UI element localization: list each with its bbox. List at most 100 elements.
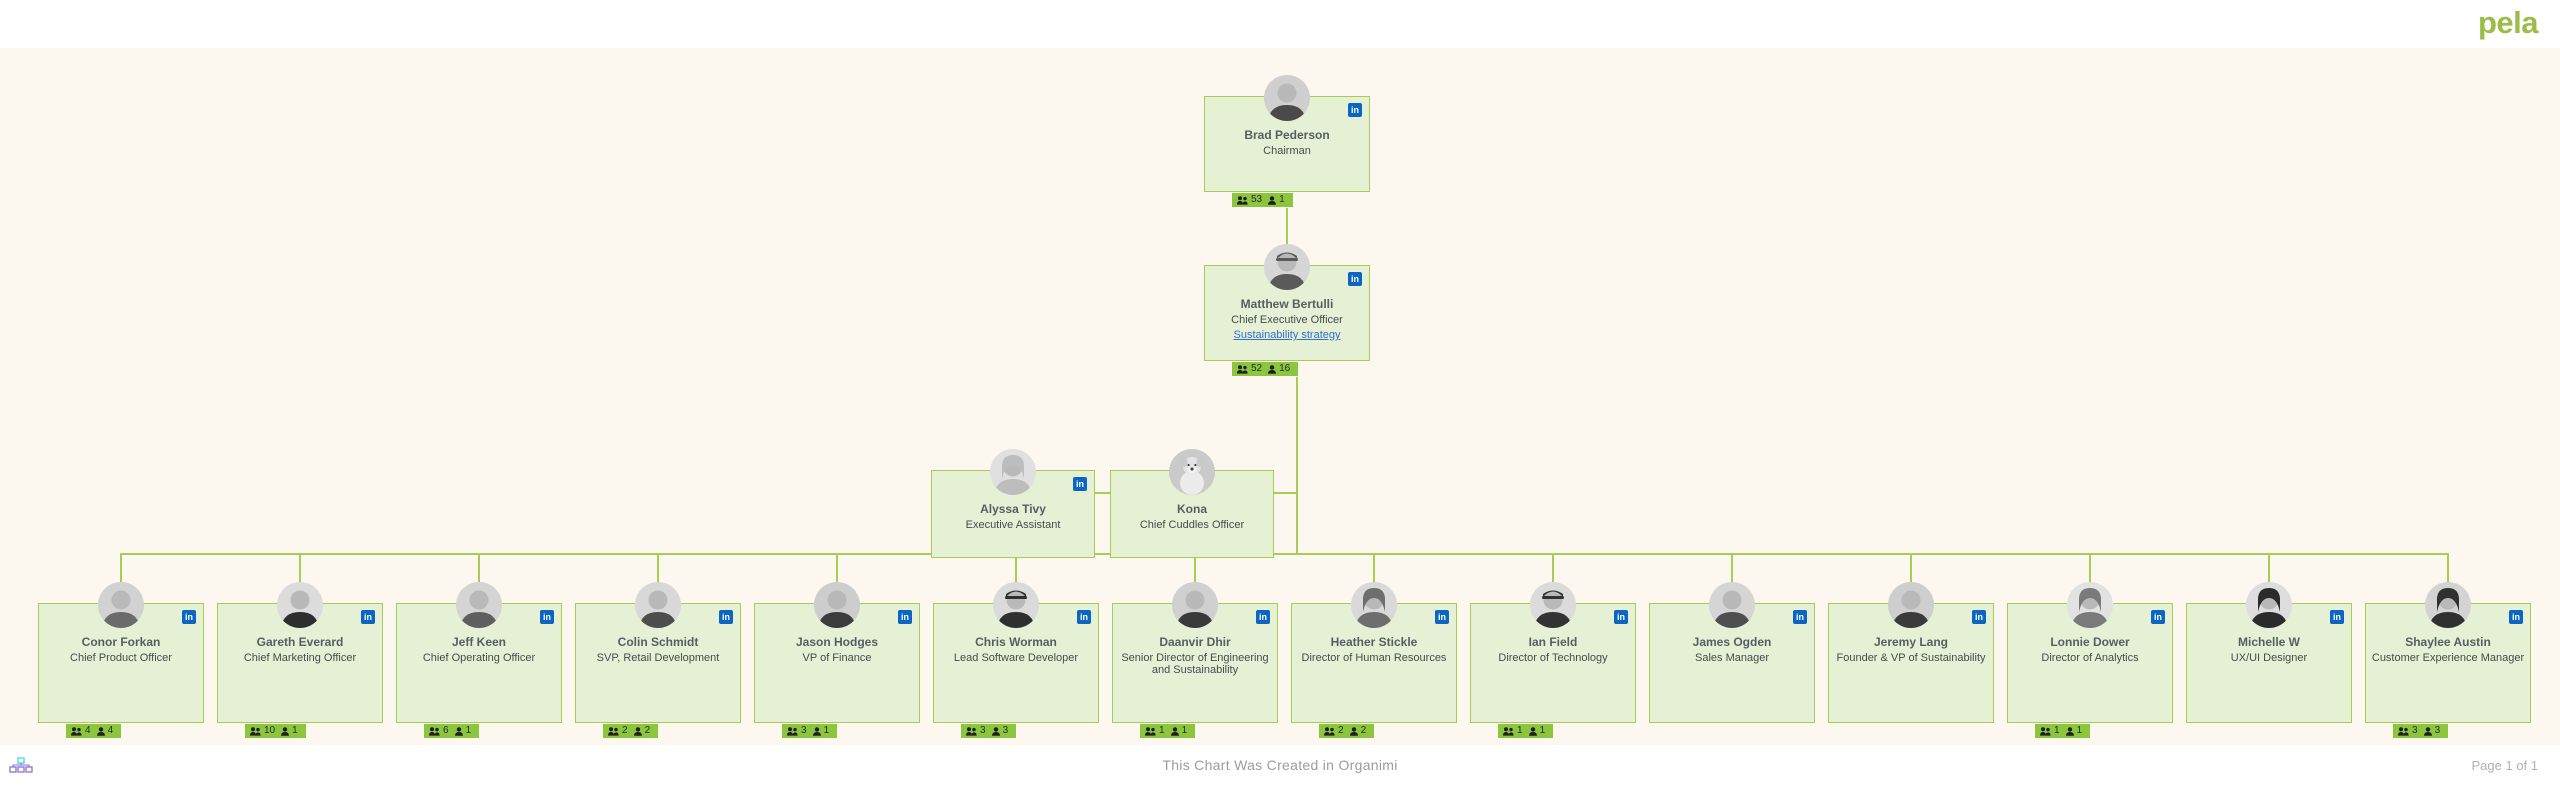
linkedin-icon[interactable]: in [1348,272,1362,286]
team-count-icon [1324,726,1335,736]
org-chart-canvas[interactable]: in Brad Pederson Chairman 53 1 in Matthew Bert… [0,48,2560,745]
direct-report-icon [281,726,290,736]
team-count-value: 53 [1251,194,1263,205]
node-card[interactable]: in Conor Forkan Chief Product Officer [38,582,204,723]
node-card[interactable]: in Chris Worman Lead Software Developer [933,582,1099,723]
team-count-icon [1237,364,1248,374]
report-count-badge[interactable]: 22 [603,724,659,738]
page-header: pela [0,0,2560,48]
direct-report-icon [1349,726,1358,736]
report-count-badge[interactable]: 61 [424,724,480,738]
report-count-badge[interactable]: 44 [66,724,122,738]
direct-report-icon [1268,364,1277,374]
direct-report-value: 3 [2434,725,2441,736]
node-title: Chief Executive Officer [1231,314,1343,326]
node-card[interactable]: in James Ogden Sales Manager [1649,582,1815,723]
node-card[interactable]: in Gareth Everard Chief Marketing Officer [217,582,383,723]
node-card[interactable]: in Heather Stickle Director of Human Resou… [1291,582,1457,723]
node-card[interactable]: in Ian Field Director of Technology [1470,582,1636,723]
node-title: Senior Director of Engineering and Susta… [1121,652,1269,676]
node-card[interactable]: in Lonnie Dower Director of Analytics [2007,582,2173,723]
linkedin-icon[interactable]: in [540,610,554,624]
avatar [456,582,502,628]
linkedin-icon[interactable]: in [1348,103,1362,117]
linkedin-icon[interactable]: in [719,610,733,624]
linkedin-icon[interactable]: in [898,610,912,624]
page-indicator: Page 1 of 1 [2471,758,2539,773]
node-card[interactable]: in Brad Pederson Chairman [1204,75,1370,192]
avatar [2067,582,2113,628]
avatar [1264,244,1310,290]
linkedin-icon[interactable]: in [2330,610,2344,624]
linkedin-icon[interactable]: in [361,610,375,624]
linkedin-icon[interactable]: in [1972,610,1986,624]
linkedin-icon[interactable]: in [1073,477,1087,491]
linkedin-icon[interactable]: in [1077,610,1091,624]
linkedin-icon[interactable]: in [2151,610,2165,624]
pela-logo: pela [2477,5,2539,40]
report-count-badge[interactable]: 11 [1140,724,1196,738]
linkedin-icon[interactable]: in [1256,610,1270,624]
node-name: Michelle W [2237,635,2300,649]
avatar [635,582,681,628]
node-card[interactable]: in Alyssa Tivy Executive Assistant [931,449,1095,558]
node-title: Founder & VP of Sustainability [1836,652,1986,664]
node-name: Kona [1177,502,1207,516]
node-card[interactable]: in Colin Schmidt SVP, Retail Development [575,582,741,723]
connector-assistant-alyssa [1095,492,1110,494]
team-count-icon [71,726,82,736]
linkedin-icon[interactable]: in [1435,610,1449,624]
node-card[interactable]: in Jason Hodges VP of Finance [754,582,920,723]
report-count-badge[interactable]: 31 [782,724,838,738]
node-title: UX/UI Designer [2230,652,2308,664]
node-card[interactable]: in Jeremy Lang Founder & VP of Sustainabil… [1828,582,1994,723]
team-count-value: 4 [85,725,91,736]
direct-report-icon [454,726,463,736]
node-title: Chairman [1263,145,1311,157]
node-card[interactable]: in Shaylee Austin Customer Experience Mana… [2365,582,2531,723]
direct-report-value: 2 [644,725,651,736]
report-count-badge[interactable]: 33 [961,724,1017,738]
avatar [993,582,1039,628]
direct-report-icon [991,726,1000,736]
node-card[interactable]: Kona Chief Cuddles Officer [1110,449,1274,558]
node-link[interactable]: Sustainability strategy [1209,329,1365,342]
org-chart-page: pela in Brad Pederson Chairman 53 1 in Matthew… [0,0,2560,787]
node-title: Chief Product Officer [70,652,172,664]
direct-report-value: 1 [465,725,472,736]
node-name: Ian Field [1528,635,1578,649]
node-name: Conor Forkan [81,635,161,649]
linkedin-icon[interactable]: in [1614,610,1628,624]
node-title: Lead Software Developer [953,652,1079,664]
node-card[interactable]: in Jeff Keen Chief Operating Officer [396,582,562,723]
direct-report-value: 16 [1279,363,1291,374]
report-count-badge[interactable]: 33 [2393,724,2449,738]
team-count-value: 6 [443,725,449,736]
report-count-badge[interactable]: 22 [1319,724,1375,738]
linkedin-icon[interactable]: in [1793,610,1807,624]
node-title: Chief Cuddles Officer [1139,519,1245,531]
linkedin-icon[interactable]: in [182,610,196,624]
direct-report-icon [1268,195,1277,205]
report-count-badge[interactable]: 10 1 [245,724,306,738]
node-title: Executive Assistant [965,519,1061,531]
node-card[interactable]: in Matthew Bertulli Chief Executive Office… [1204,244,1370,361]
avatar [1709,582,1755,628]
report-count-badge[interactable]: 52 16 [1232,362,1299,376]
node-title: Chief Operating Officer [422,652,536,664]
linkedin-icon[interactable]: in [2509,610,2523,624]
avatar [814,582,860,628]
report-count-badge[interactable]: 53 1 [1232,193,1293,207]
report-count-badge[interactable]: 11 [1498,724,1554,738]
node-title: Chief Marketing Officer [243,652,357,664]
report-count-badge[interactable]: 11 [2035,724,2091,738]
avatar [2246,582,2292,628]
node-title: Director of Technology [1498,652,1608,664]
node-name: Jeff Keen [451,635,507,649]
node-name: Brad Pederson [1244,128,1330,142]
node-card[interactable]: in Daanvir Dhir Senior Director of Enginee… [1112,582,1278,723]
team-count-icon [1237,195,1248,205]
node-card[interactable]: in Michelle W UX/UI Designer [2186,582,2352,723]
team-count-value: 1 [2054,725,2060,736]
team-count-value: 2 [622,725,628,736]
